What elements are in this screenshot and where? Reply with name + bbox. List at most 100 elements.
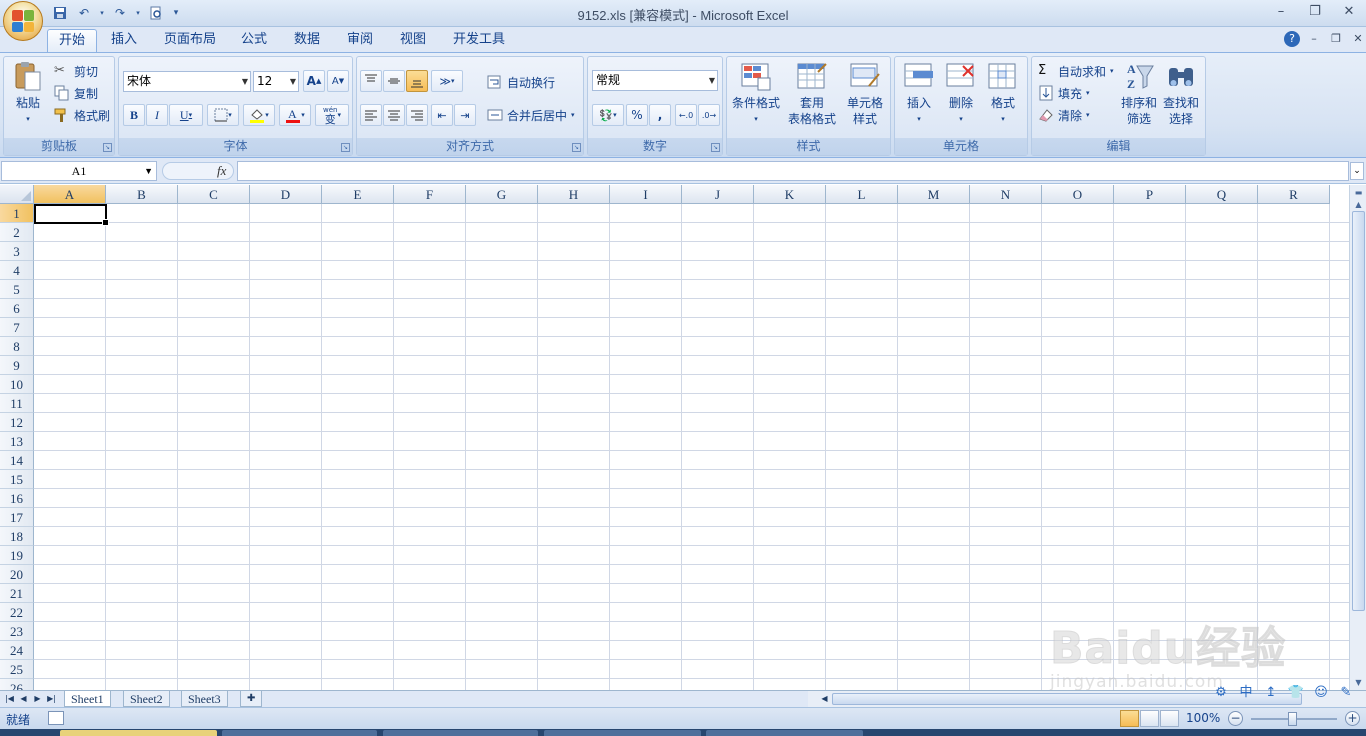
orientation-button[interactable]: ≫ ▾	[431, 70, 463, 92]
taskbar-item[interactable]	[60, 730, 217, 736]
column-header[interactable]: N	[970, 185, 1042, 204]
ime-emoji-icon[interactable]: ☺	[1312, 684, 1330, 702]
percent-button[interactable]: %	[626, 104, 648, 126]
tab-view[interactable]: 视图	[389, 29, 437, 53]
shrink-font-button[interactable]: A ▼	[327, 70, 349, 92]
wrap-text-button[interactable]: 自动换行	[487, 72, 555, 92]
doc-close-button[interactable]: ✕	[1350, 31, 1366, 47]
alignment-launcher-icon[interactable]: ↘	[572, 143, 581, 152]
scroll-up-icon[interactable]: ▲	[1351, 197, 1366, 212]
expand-formula-bar-icon[interactable]: ⌄	[1350, 162, 1364, 180]
ime-skin-icon[interactable]: 👕	[1287, 684, 1305, 702]
row-header[interactable]: 2	[0, 223, 34, 242]
conditional-format-button[interactable]: 条件格式 ▾	[731, 60, 781, 127]
align-right-button[interactable]	[406, 104, 428, 126]
italic-button[interactable]: I	[146, 104, 168, 126]
tab-review[interactable]: 审阅	[336, 29, 384, 53]
row-header[interactable]: 8	[0, 337, 34, 356]
close-button[interactable]: ✕	[1332, 0, 1366, 22]
row-header[interactable]: 5	[0, 280, 34, 299]
name-box[interactable]: A1 ▼	[1, 161, 157, 181]
row-header[interactable]: 10	[0, 375, 34, 394]
column-header[interactable]: O	[1042, 185, 1114, 204]
column-header[interactable]: M	[898, 185, 970, 204]
column-header[interactable]: D	[250, 185, 322, 204]
insert-cells-button[interactable]: 插入 ▾	[899, 60, 939, 127]
tab-developer[interactable]: 开发工具	[442, 29, 516, 53]
fill-button[interactable]: 填充 ▾	[1038, 83, 1090, 103]
select-all-button[interactable]	[0, 185, 34, 204]
office-button[interactable]	[3, 1, 43, 41]
row-header[interactable]: 16	[0, 489, 34, 508]
fill-color-button[interactable]: ▾	[243, 104, 275, 126]
align-bottom-button[interactable]	[406, 70, 428, 92]
cell-grid[interactable]	[34, 204, 1349, 690]
align-left-button[interactable]	[360, 104, 382, 126]
ime-lang-icon[interactable]: 中	[1237, 684, 1255, 702]
vertical-scrollbar[interactable]: ▬ ▲ ▼	[1349, 185, 1366, 690]
doc-minimize-button[interactable]: –	[1306, 31, 1322, 47]
merge-center-button[interactable]: 合并后居中 ▾	[487, 105, 575, 125]
ime-pen-icon[interactable]: ✎	[1337, 684, 1355, 702]
tab-data[interactable]: 数据	[283, 29, 331, 53]
column-header[interactable]: H	[538, 185, 610, 204]
insert-sheet-icon[interactable]: ✚	[240, 691, 263, 707]
row-header[interactable]: 23	[0, 622, 34, 641]
worksheet-grid[interactable]: A B C D E F G H I J K L M N O P Q R 1 2 3 4 5 6 7 8 9 10 11 12 13 14 15 1…	[0, 185, 1349, 690]
borders-button[interactable]: ▾	[207, 104, 239, 126]
tab-insert[interactable]: 插入	[100, 29, 148, 53]
maximize-button[interactable]: ❐	[1298, 0, 1332, 22]
align-center-button[interactable]	[383, 104, 405, 126]
row-header[interactable]: 26	[0, 679, 34, 690]
row-header[interactable]: 1	[0, 204, 34, 223]
taskbar-item[interactable]	[383, 730, 538, 736]
cut-button[interactable]: ✂ 剪切	[54, 61, 98, 81]
row-header[interactable]: 11	[0, 394, 34, 413]
column-header[interactable]: G	[466, 185, 538, 204]
grow-font-button[interactable]: A ▲	[303, 70, 325, 92]
column-header[interactable]: A	[34, 185, 106, 204]
zoom-out-icon[interactable]: −	[1228, 711, 1243, 726]
column-header[interactable]: Q	[1186, 185, 1258, 204]
align-top-button[interactable]	[360, 70, 382, 92]
align-middle-button[interactable]	[383, 70, 405, 92]
row-header[interactable]: 4	[0, 261, 34, 280]
row-header[interactable]: 9	[0, 356, 34, 375]
row-header[interactable]: 24	[0, 641, 34, 660]
underline-button[interactable]: U ▾	[169, 104, 203, 126]
row-header[interactable]: 25	[0, 660, 34, 679]
autosum-button[interactable]: Σ 自动求和 ▾	[1038, 61, 1114, 81]
active-cell[interactable]	[34, 204, 109, 226]
taskbar-item[interactable]	[222, 730, 377, 736]
column-header[interactable]: I	[610, 185, 682, 204]
number-launcher-icon[interactable]: ↘	[711, 143, 720, 152]
copy-button[interactable]: 复制	[54, 83, 98, 103]
cell-styles-button[interactable]: 单元格 样式	[841, 60, 889, 127]
zoom-in-icon[interactable]: +	[1345, 711, 1360, 726]
row-header[interactable]: 12	[0, 413, 34, 432]
first-sheet-icon[interactable]: |◀	[3, 692, 16, 706]
row-header[interactable]: 7	[0, 318, 34, 337]
help-icon[interactable]: ?	[1284, 31, 1300, 47]
sheet-tab-sheet3[interactable]: Sheet3	[181, 691, 228, 707]
decrease-decimal-button[interactable]: .0→	[698, 104, 720, 126]
column-header[interactable]: B	[106, 185, 178, 204]
row-header[interactable]: 18	[0, 527, 34, 546]
taskbar-item[interactable]	[544, 730, 701, 736]
ime-gear-icon[interactable]: ⚙	[1362, 684, 1366, 702]
zoom-slider-thumb[interactable]	[1288, 712, 1297, 726]
accounting-format-button[interactable]: 💱 ▾	[592, 104, 624, 126]
normal-view-button[interactable]	[1120, 710, 1139, 727]
row-header[interactable]: 13	[0, 432, 34, 451]
page-break-view-button[interactable]	[1160, 710, 1179, 727]
minimize-button[interactable]: –	[1264, 0, 1298, 22]
formula-input[interactable]	[237, 161, 1349, 181]
phonetic-button[interactable]: wén 变 ▾	[315, 104, 349, 126]
macro-record-icon[interactable]	[48, 711, 64, 725]
paste-button[interactable]: 粘贴 ▾	[8, 60, 48, 127]
ime-settings-icon[interactable]: ⚙	[1212, 684, 1230, 702]
next-sheet-icon[interactable]: ▶	[31, 692, 44, 706]
tab-page-layout[interactable]: 页面布局	[153, 29, 227, 53]
number-format-select[interactable]: 常规 ▼	[592, 70, 718, 91]
row-header[interactable]: 19	[0, 546, 34, 565]
